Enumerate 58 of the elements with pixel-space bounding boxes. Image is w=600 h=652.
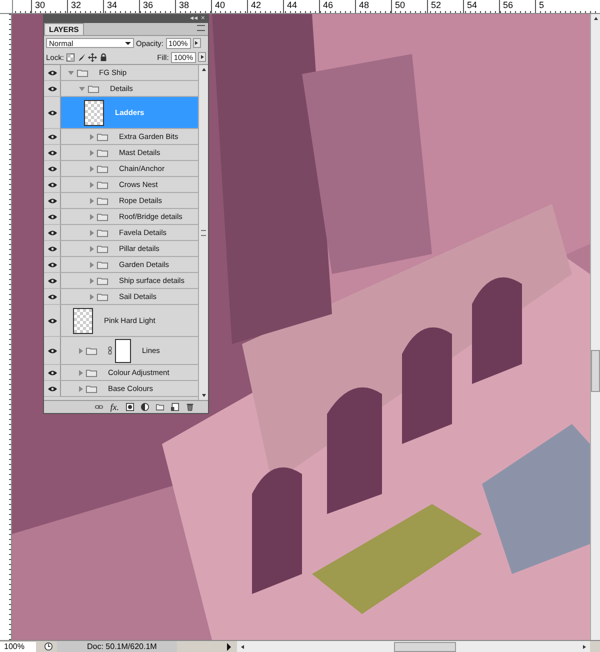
panel-menu-icon[interactable] — [197, 25, 205, 31]
folder-icon — [97, 180, 108, 188]
eye-icon[interactable] — [48, 318, 56, 324]
layer-thumbnail — [73, 308, 93, 334]
effects-button[interactable]: fx. — [110, 402, 119, 412]
brush-icon[interactable] — [76, 52, 86, 62]
folder-icon — [97, 292, 108, 300]
folder-icon — [88, 84, 99, 92]
clock-icon — [44, 642, 53, 651]
eye-icon[interactable] — [48, 230, 56, 236]
eye-icon[interactable] — [48, 134, 56, 140]
layer-thumbnail — [84, 100, 104, 126]
link-icon[interactable] — [95, 403, 104, 411]
eye-icon[interactable] — [48, 294, 56, 300]
adjustment-icon[interactable] — [141, 403, 149, 411]
folder-icon — [86, 384, 97, 392]
folder-icon — [77, 68, 88, 76]
eye-icon[interactable] — [48, 182, 56, 188]
eye-icon[interactable] — [48, 370, 56, 376]
folder-icon — [86, 368, 97, 376]
eye-icon[interactable] — [48, 278, 56, 284]
panel-scrollbar[interactable] — [198, 65, 208, 400]
folder-icon — [97, 196, 108, 204]
eye-icon[interactable] — [48, 386, 56, 392]
folder-icon — [97, 228, 108, 236]
folder-icon — [97, 276, 108, 284]
eye-icon[interactable] — [48, 214, 56, 220]
eye-icon[interactable] — [48, 262, 56, 268]
eye-icon[interactable] — [48, 166, 56, 172]
trash-icon[interactable] — [186, 403, 194, 411]
eye-icon[interactable] — [48, 110, 56, 116]
move-icon[interactable] — [88, 52, 97, 62]
eye-icon[interactable] — [48, 150, 56, 156]
folder-icon — [86, 346, 97, 354]
eye-icon[interactable] — [48, 348, 56, 354]
zoom-field[interactable]: 100% — [0, 642, 36, 652]
folder-icon — [97, 148, 108, 156]
folder-icon — [97, 212, 108, 220]
vertical-scrollbar[interactable] — [590, 14, 600, 640]
lock-icon[interactable] — [98, 52, 108, 62]
eye-icon[interactable] — [48, 198, 56, 204]
eye-icon[interactable] — [48, 86, 56, 92]
link-icon — [108, 346, 112, 355]
document-size-info: Doc: 50.1M/620.1M — [57, 641, 177, 652]
folder-icon — [97, 164, 108, 172]
folder-icon[interactable] — [156, 403, 164, 411]
status-menu-arrow-icon[interactable] — [227, 642, 231, 650]
lock-transparency-icon[interactable] — [66, 52, 75, 62]
fill-arrow-button[interactable] — [198, 52, 206, 62]
mask-icon[interactable] — [126, 403, 134, 411]
folder-icon — [97, 244, 108, 252]
eye-icon[interactable] — [48, 246, 56, 252]
new-layer-icon[interactable] — [171, 403, 179, 411]
horizontal-scrollbar[interactable] — [237, 641, 590, 652]
folder-icon — [97, 132, 108, 140]
folder-icon — [97, 260, 108, 268]
opacity-arrow-button[interactable] — [192, 38, 201, 48]
eye-icon[interactable] — [48, 70, 56, 76]
